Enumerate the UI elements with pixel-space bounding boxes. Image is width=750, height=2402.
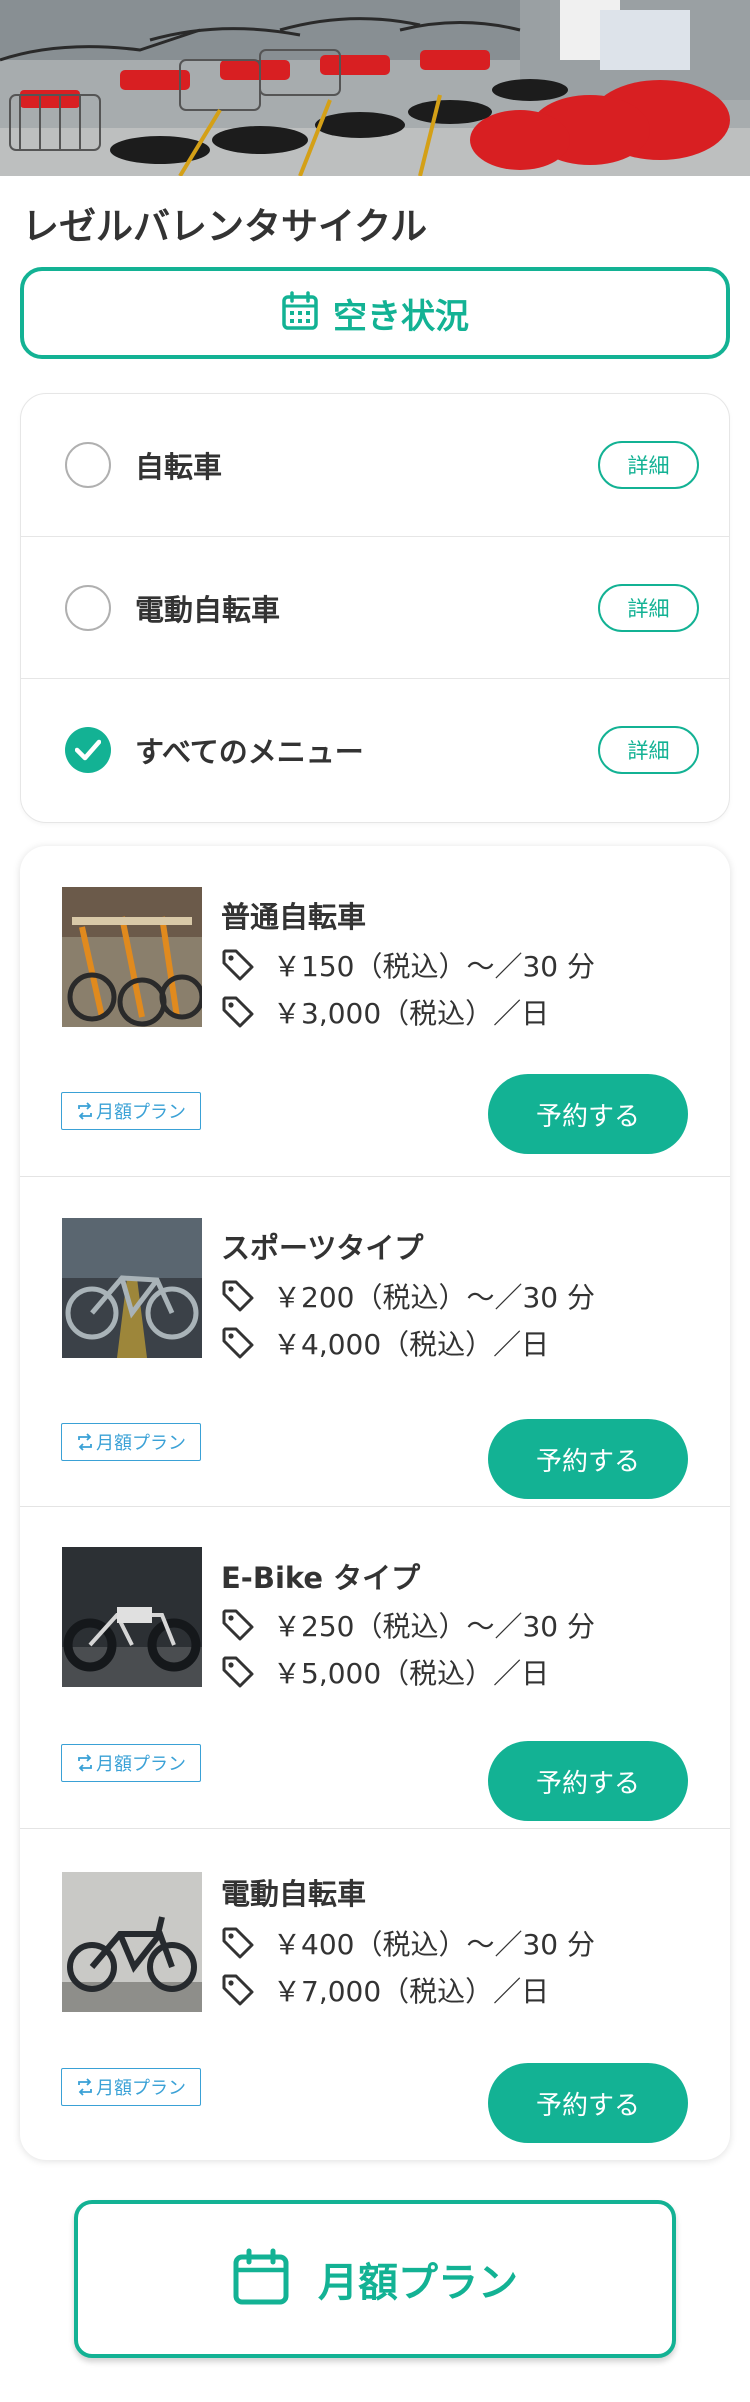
price-text: ￥7,000（税込）／日 xyxy=(273,1975,550,2008)
tag-icon xyxy=(222,996,254,1028)
price-text: ￥400（税込）〜／30 分 xyxy=(273,1928,595,1961)
tag-icon xyxy=(222,1280,254,1312)
price-per-30min: ￥250（税込）〜／30 分 xyxy=(221,1605,595,1645)
badge-label: 月額プラン xyxy=(96,1102,186,1123)
reserve-button[interactable]: 予約する xyxy=(488,1074,688,1154)
repeat-icon xyxy=(78,1433,92,1451)
price-per-30min: ￥150（税込）〜／30 分 xyxy=(221,945,595,985)
product-image xyxy=(62,887,202,1027)
badge-label: 月額プラン xyxy=(96,1433,186,1454)
badge-label: 月額プラン xyxy=(96,2078,186,2099)
badge-label: 月額プラン xyxy=(96,1754,186,1775)
price-text: ￥200（税込）〜／30 分 xyxy=(273,1281,595,1314)
repeat-icon xyxy=(78,1754,92,1772)
product-item: E-Bike タイプ ￥250（税込）〜／30 分 ￥5,000（税込）／日 月… xyxy=(20,1506,730,1828)
product-name: E-Bike タイプ xyxy=(221,1561,421,1595)
price-per-day: ￥5,000（税込）／日 xyxy=(221,1652,549,1692)
radio-button[interactable] xyxy=(65,584,111,631)
detail-button[interactable]: 詳細 xyxy=(598,583,699,632)
calendar-icon xyxy=(281,291,319,335)
product-image xyxy=(62,1872,202,2012)
monthly-plan-badge[interactable]: 月額プラン xyxy=(61,1092,201,1130)
radio-button-checked[interactable] xyxy=(65,726,111,773)
monthly-plan-badge[interactable]: 月額プラン xyxy=(61,1744,201,1782)
availability-label: 空き状況 xyxy=(333,296,469,337)
product-item: スポーツタイプ ￥200（税込）〜／30 分 ￥4,000（税込）／日 月額プラ… xyxy=(20,1176,730,1506)
product-image xyxy=(62,1547,202,1687)
product-name: スポーツタイプ xyxy=(221,1231,424,1265)
availability-button[interactable]: 空き状況 xyxy=(20,267,730,359)
tag-icon xyxy=(222,1927,254,1959)
check-icon xyxy=(75,739,101,760)
radio-button[interactable] xyxy=(65,442,111,488)
repeat-icon xyxy=(78,2078,92,2096)
detail-button[interactable]: 詳細 xyxy=(598,725,699,774)
price-per-30min: ￥400（税込）〜／30 分 xyxy=(221,1923,595,1963)
reserve-button[interactable]: 予約する xyxy=(488,2063,688,2143)
filter-label: すべてのメニュー xyxy=(135,734,364,769)
repeat-icon xyxy=(78,1102,92,1120)
filter-label: 電動自転車 xyxy=(135,592,281,627)
price-per-day: ￥3,000（税込）／日 xyxy=(221,992,549,1032)
calendar-icon xyxy=(232,2248,290,2310)
tag-icon xyxy=(222,949,254,981)
tag-icon xyxy=(222,1974,254,2006)
product-name: 普通自転車 xyxy=(221,900,367,934)
tag-icon xyxy=(222,1327,254,1359)
filter-option-bicycle[interactable]: 自転車 詳細 xyxy=(21,394,729,536)
price-text: ￥150（税込）〜／30 分 xyxy=(273,950,595,983)
price-per-day: ￥7,000（税込）／日 xyxy=(221,1970,549,2010)
page-title: レゼルバレンタサイクル xyxy=(22,205,428,248)
price-per-day: ￥4,000（税込）／日 xyxy=(221,1323,549,1363)
product-list: 普通自転車 ￥150（税込）〜／30 分 ￥3,000（税込）／日 月額プラン … xyxy=(20,846,730,2160)
price-per-30min: ￥200（税込）〜／30 分 xyxy=(221,1276,595,1316)
tag-icon xyxy=(222,1656,254,1688)
filter-option-all-menu[interactable]: すべてのメニュー 詳細 xyxy=(21,678,729,820)
monthly-plan-label: 月額プラン xyxy=(318,2260,518,2306)
monthly-plan-badge[interactable]: 月額プラン xyxy=(61,2068,201,2106)
product-item: 普通自転車 ￥150（税込）〜／30 分 ￥3,000（税込）／日 月額プラン … xyxy=(20,846,730,1176)
product-item: 電動自転車 ￥400（税込）〜／30 分 ￥7,000（税込）／日 月額プラン … xyxy=(20,1828,730,2160)
monthly-plan-badge[interactable]: 月額プラン xyxy=(61,1423,201,1461)
monthly-plan-button[interactable]: 月額プラン xyxy=(74,2200,676,2358)
reserve-button[interactable]: 予約する xyxy=(488,1741,688,1821)
filter-label: 自転車 xyxy=(135,450,223,484)
hero-image xyxy=(0,0,750,176)
price-text: ￥3,000（税込）／日 xyxy=(273,997,550,1030)
price-text: ￥5,000（税込）／日 xyxy=(273,1657,550,1690)
filter-list: 自転車 詳細 電動自転車 詳細 すべてのメニュー 詳細 xyxy=(20,393,730,823)
product-image xyxy=(62,1218,202,1358)
price-text: ￥4,000（税込）／日 xyxy=(273,1328,550,1361)
detail-button[interactable]: 詳細 xyxy=(598,441,699,489)
filter-option-electric-bicycle[interactable]: 電動自転車 詳細 xyxy=(21,536,729,678)
product-name: 電動自転車 xyxy=(221,1877,367,1911)
reserve-button[interactable]: 予約する xyxy=(488,1419,688,1499)
price-text: ￥250（税込）〜／30 分 xyxy=(273,1610,595,1643)
tag-icon xyxy=(222,1609,254,1641)
